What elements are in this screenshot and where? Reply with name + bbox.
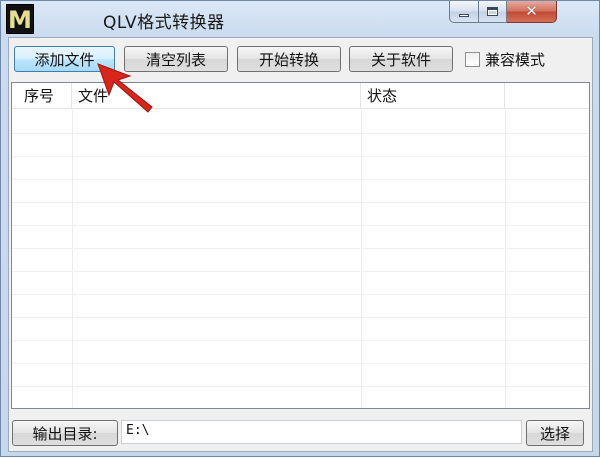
list-row-divider [12, 248, 589, 249]
title-bar[interactable]: M QLV格式转换器 ✕ [1, 1, 599, 37]
close-icon: ✕ [525, 2, 538, 20]
list-body[interactable] [12, 110, 589, 408]
add-file-button[interactable]: 添加文件 [14, 46, 115, 72]
compat-mode-label: 兼容模式 [485, 51, 546, 69]
close-button[interactable]: ✕ [507, 1, 557, 23]
maximize-icon [487, 7, 498, 16]
client-area: 添加文件 清空列表 开始转换 关于软件 兼容模式 序号 文件 状态 输出目录: … [8, 37, 593, 452]
column-header-file[interactable]: 文件 [72, 83, 361, 109]
column-header-index[interactable]: 序号 [12, 83, 72, 109]
list-row-divider [12, 179, 589, 180]
compat-mode-checkbox[interactable] [465, 52, 480, 67]
clear-list-button[interactable]: 清空列表 [124, 46, 228, 72]
minimize-icon [459, 14, 469, 17]
list-header: 序号 文件 状态 [12, 83, 589, 109]
list-row-divider [12, 294, 589, 295]
file-list[interactable]: 序号 文件 状态 [11, 82, 590, 409]
output-bar: 输出目录: E:\ 选择 [9, 412, 592, 451]
list-row-divider [12, 202, 589, 203]
list-row-divider [12, 225, 589, 226]
compat-mode-toggle[interactable]: 兼容模式 [465, 49, 545, 70]
list-row-divider [12, 156, 589, 157]
toolbar: 添加文件 清空列表 开始转换 关于软件 兼容模式 [9, 38, 592, 82]
start-convert-button[interactable]: 开始转换 [237, 46, 341, 72]
select-dir-button[interactable]: 选择 [526, 420, 584, 446]
list-row-divider [12, 271, 589, 272]
maximize-button[interactable] [479, 1, 507, 23]
caption-buttons: ✕ [449, 1, 557, 25]
list-row-divider [12, 386, 589, 387]
list-row-divider [12, 363, 589, 364]
about-button[interactable]: 关于软件 [349, 46, 453, 72]
list-row-divider [12, 340, 589, 341]
list-row-divider [12, 133, 589, 134]
window-title: QLV格式转换器 [103, 13, 225, 33]
app-window: M QLV格式转换器 ✕ 添加文件 清空列表 开始转换 关于软件 兼容模式 序号… [0, 0, 600, 457]
list-row-divider [12, 317, 589, 318]
output-dir-button[interactable]: 输出目录: [12, 420, 118, 446]
minimize-button[interactable] [449, 1, 479, 23]
app-logo-icon: M [6, 4, 34, 34]
column-header-extra[interactable] [505, 83, 589, 109]
column-header-status[interactable]: 状态 [361, 83, 505, 109]
output-path-field[interactable]: E:\ [121, 420, 522, 444]
